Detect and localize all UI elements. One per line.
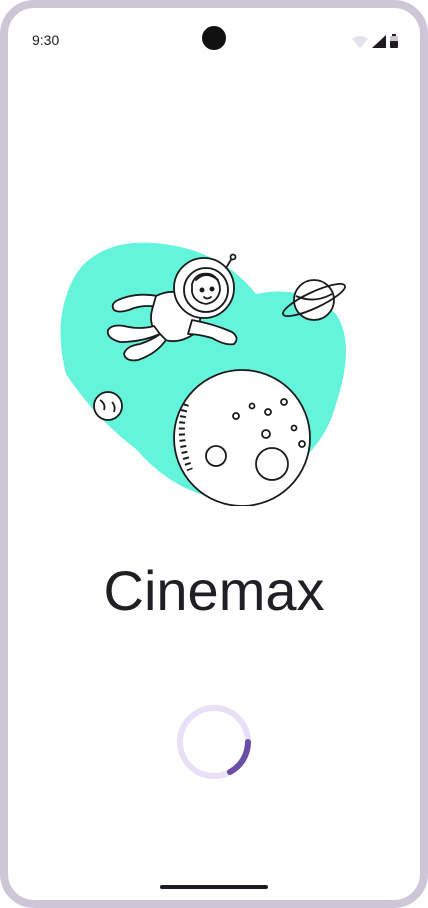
loading-spinner — [174, 702, 254, 782]
status-icons — [352, 34, 398, 53]
signal-icon — [372, 35, 386, 53]
small-planet-icon — [93, 391, 123, 421]
home-indicator[interactable] — [160, 885, 268, 889]
astronaut-illustration — [56, 234, 366, 507]
battery-icon — [390, 34, 398, 53]
spinner-indicator — [227, 739, 251, 775]
phone-screen: 9:30 Cinemax — [0, 0, 428, 908]
status-time: 9:30 — [32, 32, 60, 48]
status-bar: 9:30 — [8, 8, 420, 78]
wifi-icon — [352, 35, 368, 53]
moon-icon — [173, 369, 311, 507]
front-camera — [202, 26, 226, 50]
app-title: Cinemax — [103, 559, 325, 622]
